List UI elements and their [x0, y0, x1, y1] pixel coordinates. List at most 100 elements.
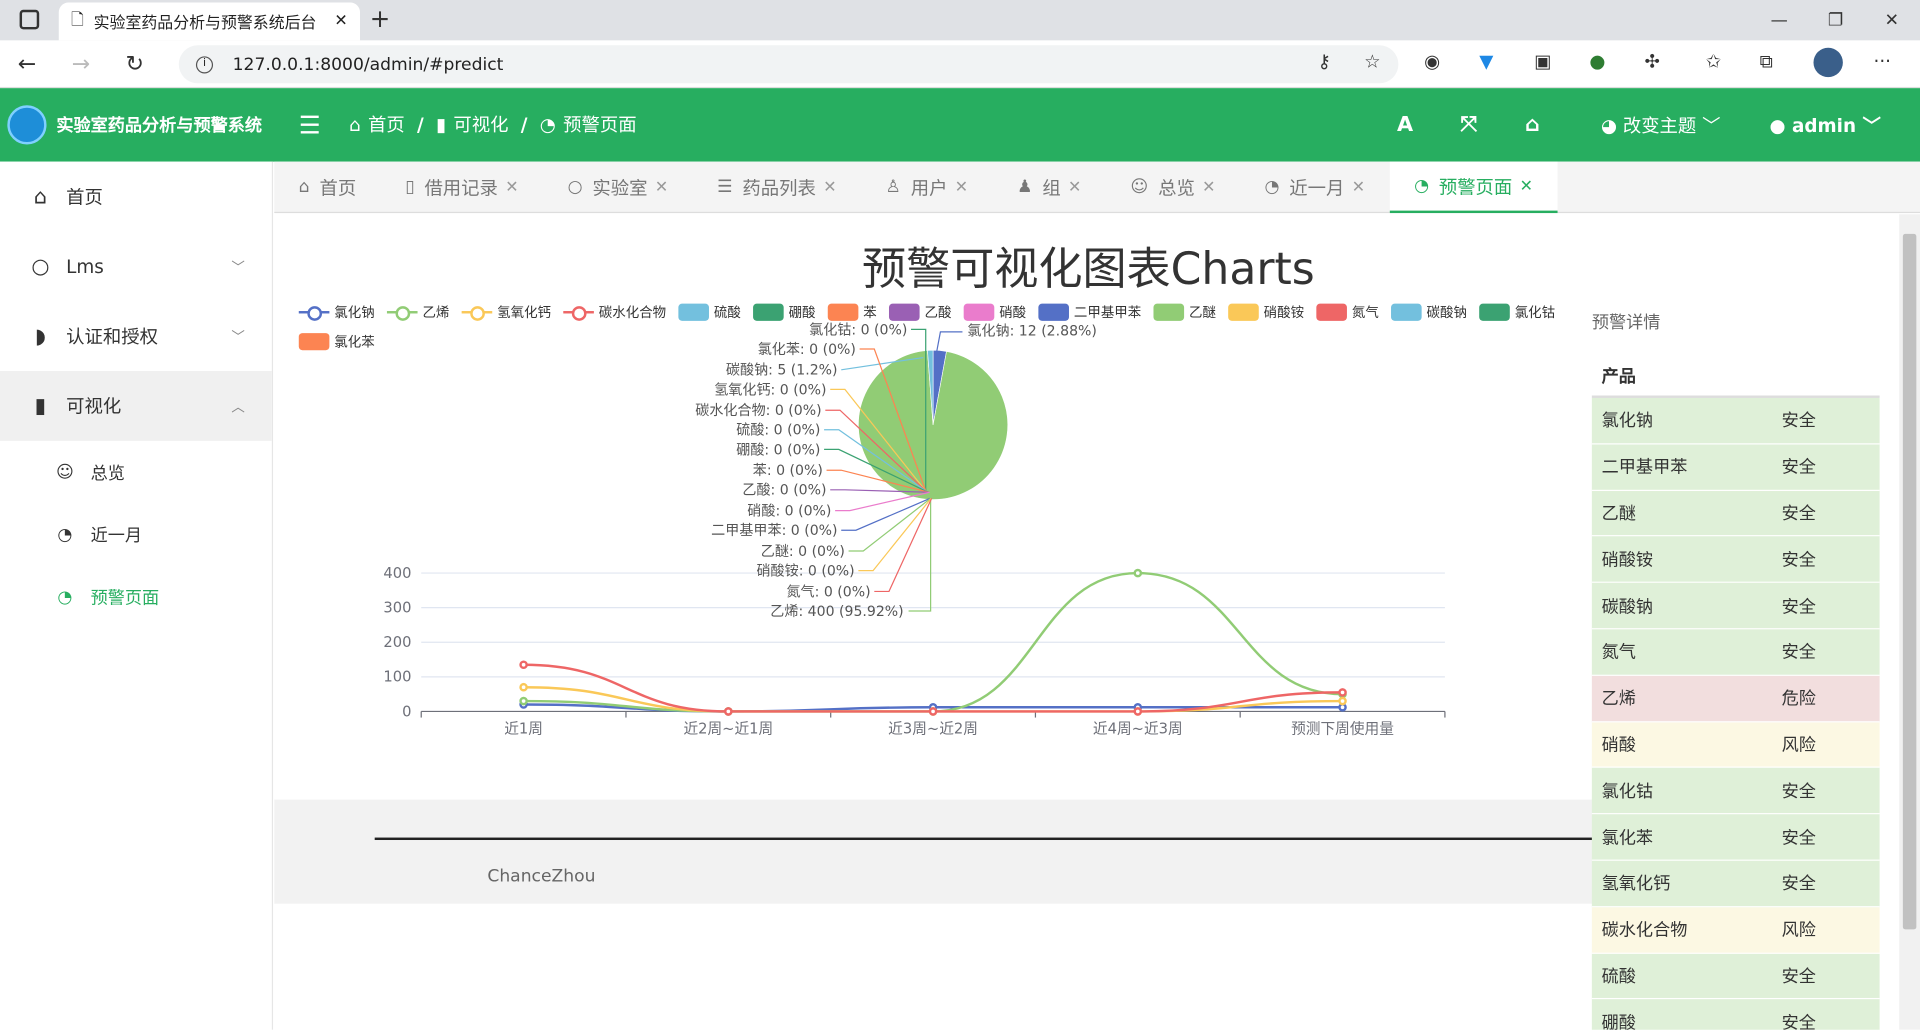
footer-copyright: ChanceZhou [487, 866, 596, 887]
status-badge: 安全 [1781, 828, 1816, 849]
close-icon[interactable]: ✕ [505, 178, 518, 196]
scrollbar[interactable] [1899, 214, 1920, 1030]
table-row: 乙醚 安全 [1591, 490, 1880, 537]
back-icon[interactable]: ← [0, 51, 54, 77]
close-window-icon[interactable]: ✕ [1864, 0, 1920, 40]
app-name: 实验室药品分析与预警系统 [56, 116, 263, 136]
close-icon[interactable]: ✕ [1068, 178, 1081, 196]
collections-icon[interactable]: ⧉ [1760, 50, 1773, 72]
breadcrumb-item[interactable]: 预警页面 [563, 111, 636, 137]
status-badge: 安全 [1781, 458, 1816, 478]
app-logo[interactable]: 实验室药品分析与预警系统 [0, 88, 273, 161]
tab-borrow[interactable]: ▯ 借用记录 ✕ [381, 162, 543, 213]
smile-icon: ☺ [1130, 177, 1149, 198]
warning-table-header: 产品 [1591, 356, 1880, 398]
sidebar-item-auth[interactable]: ◗ 认证和授权 ﹀ [0, 301, 272, 371]
close-icon[interactable]: ✕ [955, 178, 968, 196]
close-icon[interactable]: ✕ [1352, 178, 1365, 196]
data-point [1133, 707, 1143, 716]
tab-actions-icon[interactable] [19, 9, 40, 30]
product-name: 氯化钠 [1601, 411, 1654, 432]
home-icon: ⌂ [348, 113, 361, 136]
close-tab-icon[interactable]: ✕ [334, 12, 347, 30]
minimize-icon[interactable]: — [1751, 0, 1807, 40]
pie-label: 硝酸铵: 0 (0%) [756, 564, 854, 580]
theme-dropdown[interactable]: ◕ 改变主题 ﹀ [1601, 112, 1721, 138]
font-icon[interactable]: A [1373, 113, 1437, 137]
more-icon[interactable]: ··· [1873, 50, 1891, 72]
info-icon[interactable]: i [195, 55, 214, 73]
home-icon[interactable]: ⌂ [1501, 113, 1565, 137]
sidebar-subitem-label: 近一月 [90, 525, 143, 546]
browser-tab[interactable]: 🗋 实验室药品分析与预警系统后台 ✕ [58, 2, 361, 41]
y-tick-label: 200 [383, 634, 411, 651]
close-icon[interactable]: ✕ [1520, 177, 1533, 195]
status-badge: 安全 [1781, 782, 1816, 802]
sidebar-item-label: Lms [66, 255, 104, 278]
table-row: 氢氧化钙 安全 [1591, 860, 1880, 908]
chart-canvas: 0 100 200 300 400 近1周 近2周~近1周 近3周~近2周 近4周~近3周 预测下… [383, 322, 1446, 737]
extension-icon[interactable]: ● [1589, 50, 1605, 72]
key-icon[interactable]: ⚷ [1318, 50, 1331, 72]
pie-label: 氯化苯: 0 (0%) [758, 341, 856, 358]
status-badge: 安全 [1781, 411, 1816, 432]
close-icon[interactable]: ✕ [823, 178, 836, 196]
product-name: 硝酸铵 [1601, 550, 1654, 571]
list-icon: ☰ [717, 177, 733, 198]
sidebar-subitem-overview[interactable]: ☺ 总览 [0, 441, 272, 503]
table-row: 硫酸 安全 [1591, 953, 1880, 1000]
tab-predict[interactable]: ◔ 预警页面 ✕ [1389, 161, 1558, 214]
reload-icon[interactable]: ↻ [108, 51, 162, 77]
sidebar-subitem-predict[interactable]: ◔ 预警页面 [0, 566, 272, 628]
menu-toggle-icon[interactable]: ☰ [299, 110, 321, 139]
tab-drugs[interactable]: ☰ 药品列表 ✕ [693, 162, 861, 213]
sidebar-item-lms[interactable]: ○ Lms ﹀ [0, 231, 272, 301]
close-icon[interactable]: ✕ [1202, 178, 1215, 196]
sidebar-subitem-label: 预警页面 [90, 588, 160, 608]
extension-icon[interactable]: ◉ [1424, 50, 1440, 72]
page-tabs: ⌂ 首页 ▯ 借用记录 ✕ ○ 实验室 ✕ ☰ 药品列表 ✕ ♙ 用户 ✕ ♟ 组 ✕ ☺ 总览 ✕ ◔ 近… [274, 161, 1920, 214]
pie-label-line [858, 497, 932, 572]
theme-label: 改变主题 [1622, 114, 1697, 137]
data-point [1133, 568, 1143, 578]
sidebar-item-label: 可视化 [66, 395, 122, 418]
file-icon: ▮ [34, 393, 47, 419]
tab-label: 借用记录 [424, 176, 498, 199]
user-name: admin [1791, 114, 1857, 137]
github-icon: ◔ [539, 113, 556, 136]
tab-lab[interactable]: ○ 实验室 ✕ [543, 162, 693, 213]
tab-users[interactable]: ♙ 用户 ✕ [861, 162, 993, 213]
extension-icon[interactable]: ▼ [1479, 50, 1493, 72]
status-badge: 安全 [1781, 1013, 1816, 1030]
sidebar-item-visualization[interactable]: ▮ 可视化 ︿ [0, 371, 272, 441]
tab-month[interactable]: ◔ 近一月 ✕ [1240, 162, 1390, 213]
restore-icon[interactable]: ❐ [1807, 0, 1863, 40]
url-input[interactable]: i 127.0.0.1:8000/admin/#predict [178, 45, 1399, 84]
new-tab-icon[interactable]: + [370, 4, 391, 33]
puzzle-icon[interactable]: ✣ [1645, 50, 1660, 72]
breadcrumb-item[interactable]: 首页 [368, 111, 405, 137]
extension-icon[interactable]: ▣ [1534, 50, 1551, 72]
sidebar-item-home[interactable]: ⌂ 首页 [0, 162, 272, 232]
forward-icon[interactable]: → [54, 51, 108, 77]
file-icon: ▮ [435, 113, 447, 136]
breadcrumb-item[interactable]: 可视化 [453, 111, 508, 137]
warning-title: 预警详情 [1591, 313, 1661, 334]
favorites-icon[interactable]: ✩ [1706, 50, 1721, 72]
scrollbar-thumb[interactable] [1902, 233, 1917, 930]
pie-label: 硝酸: 0 (0%) [747, 504, 831, 520]
sidebar-subitem-month[interactable]: ◔ 近一月 [0, 503, 272, 565]
tab-overview[interactable]: ☺ 总览 ✕ [1106, 162, 1240, 213]
user-dropdown[interactable]: ● admin ﹀ [1770, 112, 1881, 138]
tab-groups[interactable]: ♟ 组 ✕ [993, 162, 1106, 213]
favorite-add-icon[interactable]: ☆ [1364, 50, 1380, 72]
footer-divider [374, 837, 1597, 841]
tab-home[interactable]: ⌂ 首页 [274, 162, 380, 213]
close-icon[interactable]: ✕ [655, 178, 668, 196]
sidebar-subitem-label: 总览 [90, 463, 125, 484]
pie-label: 硫酸: 0 (0%) [736, 423, 820, 439]
profile-avatar[interactable] [1813, 47, 1843, 78]
fullscreen-icon[interactable]: ⤧ [1437, 113, 1501, 137]
y-tick-label: 0 [402, 703, 411, 720]
product-name: 氯化钴 [1601, 782, 1654, 802]
